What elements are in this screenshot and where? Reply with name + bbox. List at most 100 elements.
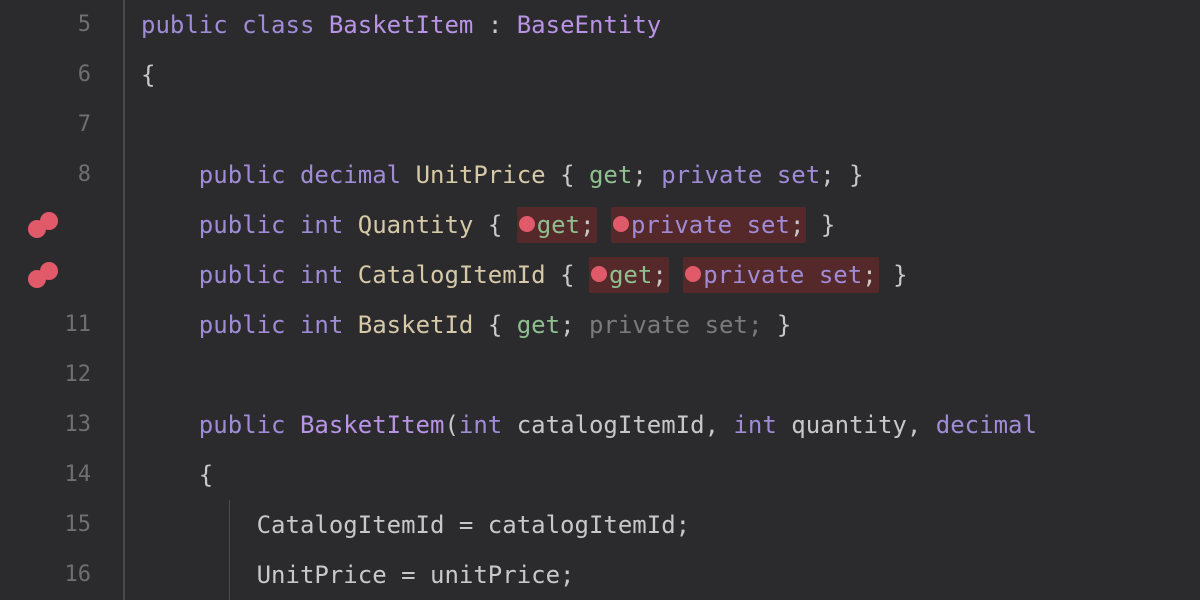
breakpoint-highlight[interactable]: get; [589, 257, 669, 293]
keyword-decimal: decimal [936, 411, 1037, 439]
keyword-int: int [300, 311, 343, 339]
semicolon: ; [560, 561, 574, 589]
line-number: 13 [65, 400, 92, 450]
keyword-private: private [703, 261, 804, 289]
keyword-get: get [537, 211, 580, 239]
keyword-set: set [819, 261, 862, 289]
constructor-name: BasketItem [300, 411, 445, 439]
semicolon: ; [580, 211, 594, 239]
gutter-line: 15 [0, 500, 123, 550]
line-number: 6 [78, 50, 91, 100]
breakpoint-highlight[interactable]: get; [517, 207, 597, 243]
line-number: 5 [78, 0, 91, 50]
type-name: BaseEntity [517, 11, 662, 39]
line-number: 14 [65, 450, 92, 500]
semicolon: ; [748, 311, 762, 339]
keyword-public: public [199, 211, 286, 239]
brace-open: { [560, 261, 574, 289]
keyword-public: public [199, 311, 286, 339]
breakpoint-icon[interactable] [28, 212, 58, 238]
breakpoint-highlight[interactable]: private set; [683, 257, 878, 293]
property-name: UnitPrice [416, 161, 546, 189]
breakpoint-dot-icon [519, 216, 535, 232]
property-name: BasketId [358, 311, 474, 339]
code-line[interactable]: public BasketItem(int catalogItemId, int… [141, 400, 1200, 450]
keyword-public: public [199, 261, 286, 289]
semicolon: ; [676, 511, 690, 539]
brace-close: } [821, 211, 835, 239]
keyword-set: set [777, 161, 820, 189]
code-editor[interactable]: 5 6 7 8 11 12 13 14 15 16 public class B… [0, 0, 1200, 600]
code-line[interactable] [141, 100, 1200, 150]
code-line[interactable]: public int CatalogItemId { get; private … [141, 250, 1200, 300]
semicolon: ; [560, 311, 574, 339]
gutter-line: 6 [0, 50, 123, 100]
line-number: 8 [78, 150, 91, 200]
code-line[interactable]: { [141, 50, 1200, 100]
assign-source: unitPrice [430, 561, 560, 589]
code-line[interactable]: CatalogItemId = catalogItemId; [141, 500, 1200, 550]
paren-open: ( [444, 411, 458, 439]
colon: : [488, 11, 502, 39]
brace-open: { [199, 461, 213, 489]
keyword-private: private [631, 211, 732, 239]
assign-target: UnitPrice [257, 561, 387, 589]
gutter[interactable]: 5 6 7 8 11 12 13 14 15 16 [0, 0, 125, 600]
brace-close: } [777, 311, 791, 339]
line-number: 7 [78, 100, 91, 150]
code-line[interactable]: UnitPrice = unitPrice; [141, 550, 1200, 600]
brace-open: { [560, 161, 574, 189]
brace-open: { [488, 311, 502, 339]
gutter-line: 13 [0, 400, 123, 450]
gutter-line [0, 200, 123, 250]
breakpoint-highlight[interactable]: private set; [611, 207, 806, 243]
keyword-get: get [589, 161, 632, 189]
gutter-line: 16 [0, 550, 123, 600]
brace-open: { [488, 211, 502, 239]
code-line[interactable]: { [141, 450, 1200, 500]
gutter-line: 7 [0, 100, 123, 150]
keyword-set: set [747, 211, 790, 239]
line-number: 11 [65, 300, 92, 350]
comma: , [907, 411, 921, 439]
breakpoint-dot-icon [591, 266, 607, 282]
brace-close: } [849, 161, 863, 189]
property-name: Quantity [358, 211, 474, 239]
keyword-get: get [517, 311, 560, 339]
comma: , [705, 411, 719, 439]
code-area[interactable]: public class BasketItem : BaseEntity { p… [125, 0, 1200, 600]
gutter-line: 8 [0, 150, 123, 200]
keyword-set-dim: set [705, 311, 748, 339]
assign-source: catalogItemId [488, 511, 676, 539]
keyword-int: int [300, 211, 343, 239]
assign-target: CatalogItemId [257, 511, 445, 539]
type-name: BasketItem [329, 11, 474, 39]
indent-guide [229, 500, 230, 550]
gutter-line: 12 [0, 350, 123, 400]
keyword-public: public [199, 161, 286, 189]
keyword-int: int [459, 411, 502, 439]
brace-close: } [893, 261, 907, 289]
line-number: 16 [65, 550, 92, 600]
code-line[interactable] [141, 350, 1200, 400]
param-name: quantity [791, 411, 907, 439]
code-line[interactable]: public int BasketId { get; private set; … [141, 300, 1200, 350]
property-name: CatalogItemId [358, 261, 546, 289]
code-line[interactable]: public decimal UnitPrice { get; private … [141, 150, 1200, 200]
equals: = [401, 561, 415, 589]
keyword-public: public [141, 11, 228, 39]
brace-open: { [141, 61, 155, 89]
indent-guide [229, 550, 230, 600]
breakpoint-dot-icon [613, 216, 629, 232]
gutter-line [0, 250, 123, 300]
gutter-line: 11 [0, 300, 123, 350]
code-line[interactable]: public int Quantity { get; private set; … [141, 200, 1200, 250]
code-line[interactable]: public class BasketItem : BaseEntity [141, 0, 1200, 50]
semicolon: ; [632, 161, 646, 189]
keyword-class: class [242, 11, 314, 39]
keyword-public: public [199, 411, 286, 439]
semicolon: ; [790, 211, 804, 239]
gutter-line: 5 [0, 0, 123, 50]
breakpoint-icon[interactable] [28, 262, 58, 288]
equals: = [459, 511, 473, 539]
